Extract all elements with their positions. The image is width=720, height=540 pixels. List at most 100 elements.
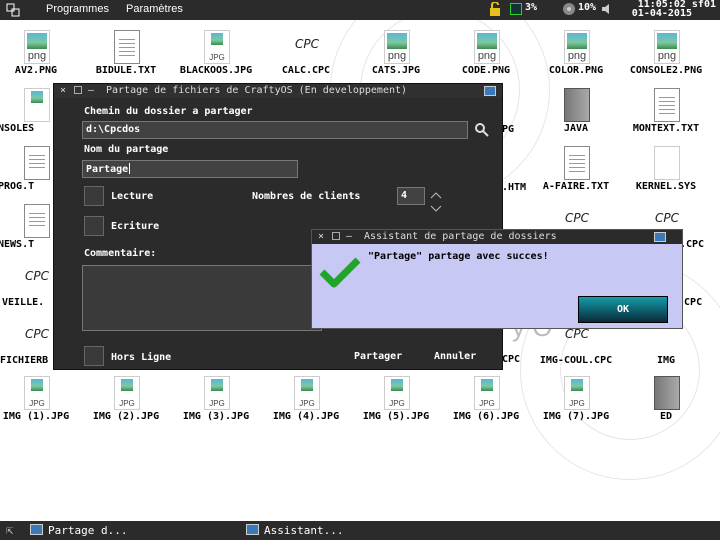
desktop-icon-img2[interactable]: JPG IMG (2).JPG: [80, 374, 172, 430]
path-input[interactable]: d:\Cpcdos: [82, 121, 468, 139]
comment-label: Commentaire:: [84, 248, 157, 259]
date: 01-04-2015: [631, 8, 692, 19]
icon-label: CONSOLE2.PNG: [629, 65, 703, 76]
icon-label: IMG: [656, 355, 676, 366]
clients-label: Nombres de clients: [252, 191, 361, 202]
share-dialog-titlebar[interactable]: × — Partage de fichiers de CraftyOS (En …: [54, 84, 502, 98]
exit-icon[interactable]: ⇱: [6, 523, 13, 537]
png-file-icon: png: [474, 30, 500, 64]
desktop-icon-img6[interactable]: JPG IMG (6).JPG: [440, 374, 532, 430]
lock-icon[interactable]: [488, 1, 502, 20]
icon-label: IMG (3).JPG: [182, 411, 250, 422]
icon-label: .CPC: [680, 239, 705, 250]
read-checkbox[interactable]: [84, 186, 104, 206]
window-icon: [30, 524, 43, 535]
cpc-file-icon: CPC: [295, 37, 319, 51]
desktop-icon-afaire[interactable]: A-FAIRE.TXT: [530, 144, 622, 200]
desktop-icon-calc[interactable]: CPC CALC.CPC: [260, 28, 352, 84]
icon-label: IMG (1).JPG: [2, 411, 70, 422]
image-file-icon: [24, 88, 50, 122]
desktop-icon-kernel[interactable]: KERNEL.SYS: [620, 144, 712, 200]
share-name-input[interactable]: Partage: [82, 160, 298, 178]
share-button[interactable]: Partager: [354, 351, 402, 362]
path-label: Chemin du dossier a partager: [84, 106, 253, 117]
icon-label: CATS.JPG: [371, 65, 421, 76]
icon-label: IMG (7).JPG: [542, 411, 610, 422]
desktop-icon-img3[interactable]: JPG IMG (3).JPG: [170, 374, 262, 430]
jpg-file-icon: JPG: [24, 376, 50, 410]
text-file-icon: [654, 88, 680, 122]
cpu-icon: [510, 3, 522, 15]
maximize-icon[interactable]: [74, 86, 82, 94]
icon-label: BLACKOOS.JPG: [179, 65, 253, 76]
jpg-file-icon: JPG: [564, 376, 590, 410]
folder-icon: [564, 88, 590, 122]
read-label: Lecture: [111, 191, 154, 202]
jpg-file-icon: JPG: [204, 30, 230, 64]
icon-label: A-FAIRE.TXT: [542, 181, 610, 192]
desktop-icon-img1[interactable]: JPG IMG (1).JPG: [0, 374, 82, 430]
spin-down-icon[interactable]: [430, 198, 442, 217]
jpg-file-icon: JPG: [384, 376, 410, 410]
task-assistant[interactable]: Assistant...: [264, 524, 343, 537]
write-label: Ecriture: [111, 221, 160, 232]
icon-label-fragment: CPC: [502, 354, 521, 365]
browse-icon[interactable]: [474, 122, 490, 142]
assistant-dialog-titlebar[interactable]: × — Assistant de partage de dossiers: [312, 230, 682, 244]
desktop-icon-console2[interactable]: png CONSOLE2.PNG: [620, 28, 712, 84]
window-icon: [246, 524, 259, 535]
write-checkbox[interactable]: [84, 216, 104, 236]
offline-label: Hors Ligne: [111, 352, 172, 363]
close-icon[interactable]: ×: [318, 231, 324, 242]
top-panel: Programmes Paramètres 3% 10% 11:05:02 sf…: [0, 0, 720, 20]
text-file-icon: [24, 146, 50, 180]
desktop-icon-img5[interactable]: JPG IMG (5).JPG: [350, 374, 442, 430]
task-share-dialog[interactable]: Partage d...: [48, 524, 127, 537]
cancel-button[interactable]: Annuler: [434, 351, 476, 362]
user: sf01: [691, 0, 716, 10]
window-icon: [654, 232, 666, 242]
maximize-icon[interactable]: [332, 232, 340, 240]
minimize-icon[interactable]: —: [346, 231, 352, 242]
desktop-icon-montext[interactable]: MONTEXT.TXT: [620, 86, 712, 142]
comment-textarea[interactable]: [82, 265, 322, 331]
menu-parametres[interactable]: Paramètres: [126, 3, 183, 15]
volume-icon[interactable]: [601, 2, 613, 19]
desktop-icon-img4[interactable]: JPG IMG (4).JPG: [260, 374, 352, 430]
icon-label: MONTEXT.TXT: [632, 123, 700, 134]
start-icon[interactable]: [6, 3, 20, 17]
window-icon: [484, 86, 496, 96]
battery-icon: [560, 2, 578, 19]
clients-input[interactable]: 4: [397, 187, 425, 205]
taskbar: ⇱ Partage d... Assistant...: [0, 521, 720, 540]
desktop-icon-java[interactable]: JAVA: [530, 86, 622, 142]
png-file-icon: png: [384, 30, 410, 64]
icon-label: KERNEL.SYS: [635, 181, 697, 192]
close-icon[interactable]: ×: [60, 85, 66, 96]
clock: 11:05:02 sf01 01-04-2015: [631, 0, 716, 19]
minimize-icon[interactable]: —: [88, 85, 94, 96]
menu-programmes[interactable]: Programmes: [46, 3, 109, 15]
desktop-icon-blackoos[interactable]: JPG BLACKOOS.JPG: [170, 28, 262, 84]
jpg-file-icon: JPG: [204, 376, 230, 410]
desktop-icon-color[interactable]: png COLOR.PNG: [530, 28, 622, 84]
icon-label: IMG (6).JPG: [452, 411, 520, 422]
jpg-file-icon: JPG: [294, 376, 320, 410]
png-file-icon: png: [654, 30, 680, 64]
desktop-icon-img7[interactable]: JPG IMG (7).JPG: [530, 374, 622, 430]
desktop-icon-cats[interactable]: png CATS.JPG: [350, 28, 442, 84]
desktop-icon-bidule[interactable]: BIDULE.TXT: [80, 28, 172, 84]
success-check-icon: [318, 254, 362, 294]
success-message: "Partage" partage avec succes!: [368, 251, 549, 262]
text-file-icon: [24, 204, 50, 238]
name-label: Nom du partage: [84, 144, 169, 155]
desktop-icon-av2[interactable]: png AV2.PNG: [0, 28, 82, 84]
folder-icon: [654, 376, 680, 410]
battery-level: 10%: [578, 2, 597, 13]
offline-checkbox[interactable]: [84, 346, 104, 366]
desktop-icon-ed[interactable]: ED: [620, 374, 712, 430]
icon-label: IMG (5).JPG: [362, 411, 430, 422]
ok-button[interactable]: OK: [578, 296, 668, 323]
desktop-icon-code[interactable]: png CODE.PNG: [440, 28, 532, 84]
share-name-value: Partage: [86, 164, 129, 175]
